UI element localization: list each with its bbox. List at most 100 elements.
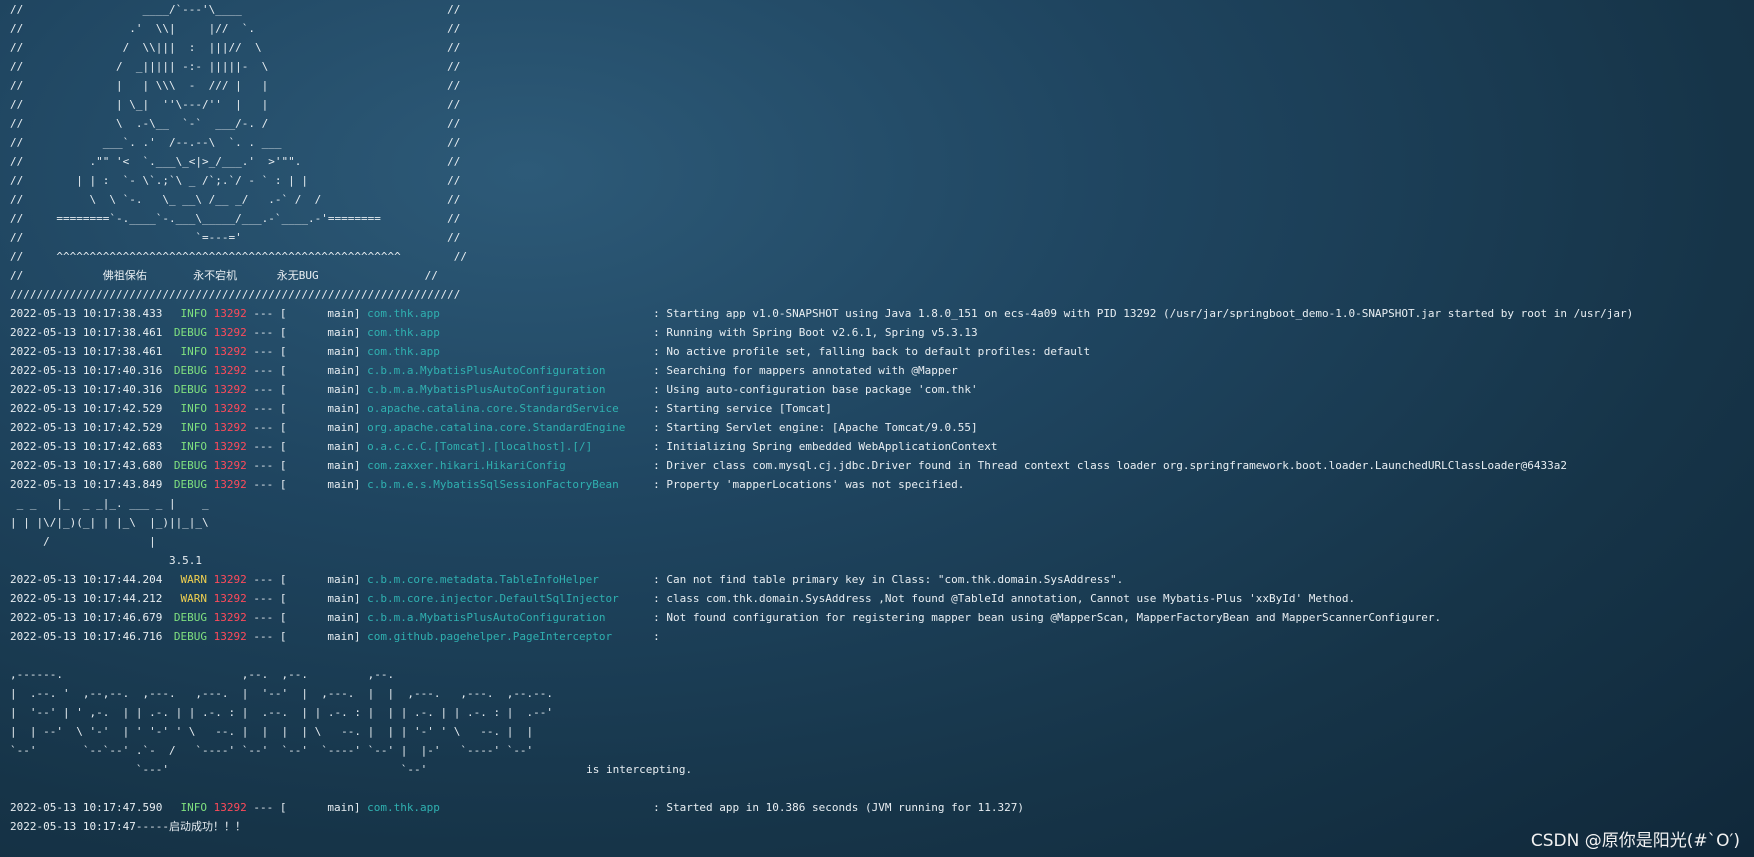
log-level: DEBUG	[173, 459, 207, 472]
log-thread: main]	[327, 402, 361, 415]
log-separator: --- [	[253, 364, 287, 377]
log-logger: org.apache.catalina.core.StandardEngine	[367, 421, 626, 434]
log-pid: 13292	[213, 440, 247, 453]
log-level: INFO	[180, 345, 207, 358]
log-timestamp: 2022-05-13 10:17:40.316	[10, 364, 163, 377]
log-thread: main]	[327, 326, 361, 339]
log-level: INFO	[180, 440, 207, 453]
banner-line: // ___`. .' /--.--\ `. . ___ //	[10, 136, 461, 149]
log-logger: com.thk.app	[367, 801, 440, 814]
log-separator: --- [	[253, 326, 287, 339]
log-pid: 13292	[213, 801, 247, 814]
log-timestamp: 2022-05-13 10:17:43.680	[10, 459, 163, 472]
banner-line: // | | \\\ - /// | | //	[10, 79, 461, 92]
log-logger: c.b.m.a.MybatisPlusAutoConfiguration	[367, 383, 606, 396]
log-message: : Property 'mapperLocations' was not spe…	[653, 478, 965, 491]
log-line: 2022-05-13 10:17:43.680 DEBUG 13292 --- …	[10, 456, 1750, 475]
log-line: 2022-05-13 10:17:46.716 DEBUG 13292 --- …	[10, 627, 1750, 646]
banner-line: // | | : `- \`.;`\ _ /`;.`/ - ` : | | //	[10, 174, 461, 187]
pagehelper-banner-line	[10, 646, 1750, 665]
banner-line: // `=---=' //	[10, 231, 461, 244]
log-block-mybatis: 2022-05-13 10:17:44.204 WARN 13292 --- […	[10, 570, 1750, 646]
log-pid: 13292	[213, 345, 247, 358]
pagehelper-banner-line: | | --' \ '-' | ' '-' ' \ --. | | | | \ …	[10, 725, 534, 738]
log-separator: --- [	[253, 459, 287, 472]
banner-line: // \ \ `-. \_ __\ /__ _/ .-` / / //	[10, 193, 461, 206]
log-level: DEBUG	[173, 478, 207, 491]
log-pid: 13292	[213, 611, 247, 624]
banner-line: // .' \\| |// `. //	[10, 22, 461, 35]
log-pid: 13292	[213, 573, 247, 586]
log-message: : Driver class com.mysql.cj.jdbc.Driver …	[653, 459, 1567, 472]
pagehelper-banner-line	[10, 779, 1750, 798]
log-logger: c.b.m.core.injector.DefaultSqlInjector	[367, 592, 619, 605]
log-logger: c.b.m.a.MybatisPlusAutoConfiguration	[367, 364, 606, 377]
log-block-startup: 2022-05-13 10:17:38.433 INFO 13292 --- […	[10, 304, 1750, 494]
log-logger: o.apache.catalina.core.StandardService	[367, 402, 619, 415]
log-logger: com.thk.app	[367, 345, 440, 358]
log-separator: --- [	[253, 630, 287, 643]
log-message: : Not found configuration for registerin…	[653, 611, 1442, 624]
log-pid: 13292	[213, 478, 247, 491]
log-separator: --- [	[253, 345, 287, 358]
log-level: INFO	[180, 402, 207, 415]
log-logger: com.thk.app	[367, 326, 440, 339]
log-level: DEBUG	[173, 383, 207, 396]
log-thread: main]	[327, 345, 361, 358]
log-logger: com.thk.app	[367, 307, 440, 320]
log-thread: main]	[327, 421, 361, 434]
log-timestamp: 2022-05-13 10:17:43.849	[10, 478, 163, 491]
log-message: : Using auto-configuration base package …	[653, 383, 978, 396]
log-line: 2022-05-13 10:17:46.679 DEBUG 13292 --- …	[10, 608, 1750, 627]
banner-line: // / \\||| : |||// \ //	[10, 41, 461, 54]
log-logger: c.b.m.core.metadata.TableInfoHelper	[367, 573, 599, 586]
log-separator: --- [	[253, 421, 287, 434]
log-logger: c.b.m.a.MybatisPlusAutoConfiguration	[367, 611, 606, 624]
mybatis-banner-line: / |	[10, 535, 156, 548]
log-line: 2022-05-13 10:17:40.316 DEBUG 13292 --- …	[10, 361, 1750, 380]
log-timestamp: 2022-05-13 10:17:46.679	[10, 611, 163, 624]
banner-line: // | \_| ''\---/'' | | //	[10, 98, 461, 111]
log-thread: main]	[327, 459, 361, 472]
log-pid: 13292	[213, 326, 247, 339]
log-logger: o.a.c.c.C.[Tomcat].[localhost].[/]	[367, 440, 593, 453]
log-message: : Running with Spring Boot v2.6.1, Sprin…	[653, 326, 978, 339]
log-pid: 13292	[213, 364, 247, 377]
csdn-watermark: CSDN @原你是阳光(#`O′)	[1530, 831, 1740, 851]
log-message: : Can not find table primary key in Clas…	[653, 573, 1124, 586]
log-timestamp: 2022-05-13 10:17:40.316	[10, 383, 163, 396]
log-level: INFO	[180, 421, 207, 434]
log-line: 2022-05-13 10:17:43.849 DEBUG 13292 --- …	[10, 475, 1750, 494]
log-message: : Started app in 10.386 seconds (JVM run…	[653, 801, 1024, 814]
log-pid: 13292	[213, 630, 247, 643]
pagehelper-banner-line: | '--' | ' ,-. | | .-. | | .-. : | .--. …	[10, 706, 554, 719]
log-timestamp: 2022-05-13 10:17:46.716	[10, 630, 163, 643]
log-level: WARN	[180, 573, 207, 586]
banner-line: ////////////////////////////////////////…	[10, 288, 461, 301]
startup-success-line: 2022-05-13 10:17:47-----启动成功！！！	[10, 820, 246, 833]
log-separator: --- [	[253, 611, 287, 624]
log-level: DEBUG	[173, 630, 207, 643]
log-line: 2022-05-13 10:17:42.529 INFO 13292 --- […	[10, 399, 1750, 418]
pagehelper-banner-line: | .--. ' ,--,--. ,---. ,---. | '--' | ,-…	[10, 687, 554, 700]
log-level: INFO	[180, 307, 207, 320]
log-logger: com.zaxxer.hikari.HikariConfig	[367, 459, 566, 472]
log-line: 2022-05-13 10:17:40.316 DEBUG 13292 --- …	[10, 380, 1750, 399]
log-timestamp: 2022-05-13 10:17:38.461	[10, 345, 163, 358]
log-timestamp: 2022-05-13 10:17:42.529	[10, 402, 163, 415]
mybatis-banner-line: _ _ |_ _ _|_. ___ _ | _	[10, 497, 209, 510]
log-pid: 13292	[213, 421, 247, 434]
log-timestamp: 2022-05-13 10:17:47.590	[10, 801, 163, 814]
log-thread: main]	[327, 307, 361, 320]
log-timestamp: 2022-05-13 10:17:42.529	[10, 421, 163, 434]
log-line: 2022-05-13 10:17:38.461 INFO 13292 --- […	[10, 342, 1750, 361]
log-thread: main]	[327, 478, 361, 491]
mybatis-banner-line: 3.5.1	[10, 554, 203, 567]
log-timestamp: 2022-05-13 10:17:44.204	[10, 573, 163, 586]
log-block-started: 2022-05-13 10:17:47.590 INFO 13292 --- […	[10, 798, 1750, 817]
log-thread: main]	[327, 630, 361, 643]
log-line: 2022-05-13 10:17:47.590 INFO 13292 --- […	[10, 798, 1750, 817]
banner-line: // \ .-\__ `-` ___/-. / //	[10, 117, 461, 130]
log-thread: main]	[327, 611, 361, 624]
log-level: INFO	[180, 801, 207, 814]
